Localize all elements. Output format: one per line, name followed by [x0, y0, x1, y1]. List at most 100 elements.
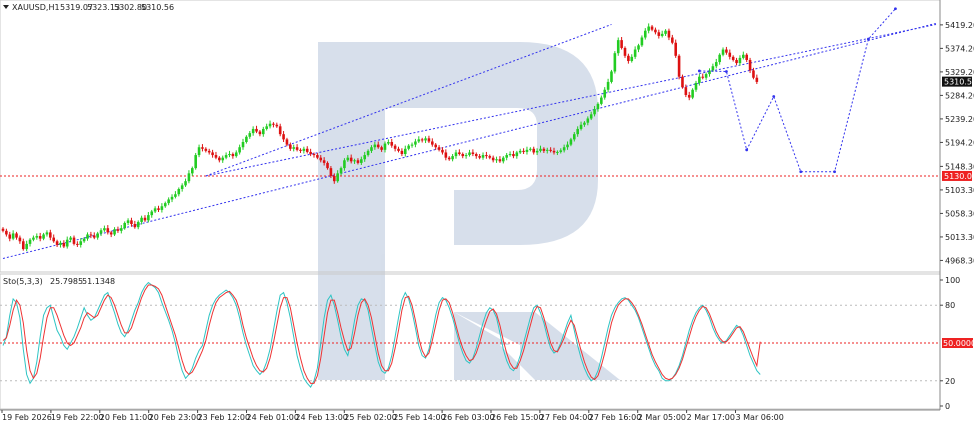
candle[interactable] [336, 173, 339, 182]
candle[interactable] [92, 235, 96, 238]
candle[interactable] [393, 145, 397, 149]
candle[interactable] [339, 168, 343, 174]
candle[interactable] [282, 134, 285, 140]
candle[interactable] [687, 94, 691, 98]
candle[interactable] [76, 243, 79, 245]
candle[interactable] [458, 152, 461, 155]
candle[interactable] [255, 128, 258, 132]
candle[interactable] [474, 154, 478, 157]
candle[interactable] [647, 26, 650, 31]
candle[interactable] [295, 147, 299, 150]
candle[interactable] [52, 237, 56, 242]
candle[interactable] [113, 229, 116, 235]
candle[interactable] [671, 37, 674, 43]
candle[interactable] [140, 217, 143, 222]
candle[interactable] [502, 157, 505, 162]
candle[interactable] [79, 241, 83, 245]
candle[interactable] [187, 173, 191, 182]
candle[interactable] [167, 199, 170, 204]
candle[interactable] [579, 124, 583, 129]
candle[interactable] [640, 37, 644, 46]
candle[interactable] [718, 54, 721, 63]
candle[interactable] [214, 155, 218, 158]
candle[interactable] [218, 157, 221, 161]
candle[interactable] [559, 150, 563, 152]
candle[interactable] [201, 147, 204, 149]
candle[interactable] [231, 154, 235, 157]
candle[interactable] [191, 168, 194, 174]
candle[interactable] [491, 157, 495, 161]
candle[interactable] [42, 234, 45, 239]
candle[interactable] [410, 144, 414, 146]
candle[interactable] [38, 236, 42, 239]
candle[interactable] [684, 87, 688, 95]
candle[interactable] [65, 239, 69, 247]
candle[interactable] [224, 155, 228, 158]
candle[interactable] [728, 52, 732, 57]
candle[interactable] [576, 128, 579, 135]
candle[interactable] [261, 128, 265, 135]
candle[interactable] [316, 155, 319, 158]
candle[interactable] [522, 150, 525, 152]
candle[interactable] [305, 148, 309, 152]
candle[interactable] [106, 228, 110, 233]
candle[interactable] [498, 159, 502, 162]
candle[interactable] [691, 89, 694, 98]
candle[interactable] [420, 139, 424, 141]
candle[interactable] [603, 89, 607, 98]
candle[interactable] [143, 217, 147, 221]
candle[interactable] [698, 76, 701, 83]
candle[interactable] [745, 54, 748, 60]
candle[interactable] [606, 81, 610, 90]
candle[interactable] [278, 126, 282, 135]
candle[interactable] [437, 147, 441, 150]
candle[interactable] [694, 82, 698, 90]
candle[interactable] [99, 230, 103, 234]
candle[interactable] [349, 157, 353, 162]
candle[interactable] [123, 222, 126, 229]
candle[interactable] [397, 148, 400, 151]
candle[interactable] [650, 26, 654, 30]
candle[interactable] [539, 148, 542, 151]
candle[interactable] [613, 53, 617, 72]
candle[interactable] [667, 30, 671, 38]
candle[interactable] [109, 232, 113, 235]
candle[interactable] [714, 62, 718, 67]
candle[interactable] [468, 152, 471, 156]
candle[interactable] [150, 211, 154, 216]
candle[interactable] [309, 151, 312, 155]
candle[interactable] [454, 152, 458, 157]
candle[interactable] [623, 47, 627, 56]
candle[interactable] [674, 42, 678, 56]
candle[interactable] [28, 239, 32, 244]
candle[interactable] [505, 155, 508, 158]
candle[interactable] [59, 242, 62, 245]
candle[interactable] [356, 160, 360, 163]
candle[interactable] [583, 122, 586, 125]
candle[interactable] [268, 123, 272, 127]
candle[interactable] [532, 148, 536, 153]
candle[interactable] [133, 224, 137, 228]
candle[interactable] [265, 126, 268, 129]
candle[interactable] [407, 145, 410, 149]
candle[interactable] [69, 237, 72, 240]
candle[interactable] [464, 155, 468, 157]
candle[interactable] [380, 147, 383, 150]
candle[interactable] [400, 150, 404, 155]
candle[interactable] [471, 152, 475, 155]
candle[interactable] [529, 148, 532, 150]
candle[interactable] [461, 154, 465, 157]
candle[interactable] [704, 74, 708, 78]
candle[interactable] [49, 232, 52, 238]
candle[interactable] [204, 148, 208, 151]
candle[interactable] [160, 206, 164, 210]
candle[interactable] [444, 152, 448, 158]
candle[interactable] [735, 59, 738, 64]
candle[interactable] [593, 109, 596, 115]
candle[interactable] [711, 66, 715, 71]
candle[interactable] [35, 236, 39, 238]
candle[interactable] [312, 154, 316, 156]
candle[interactable] [610, 71, 613, 82]
candle[interactable] [11, 233, 15, 239]
candle[interactable] [403, 148, 407, 155]
